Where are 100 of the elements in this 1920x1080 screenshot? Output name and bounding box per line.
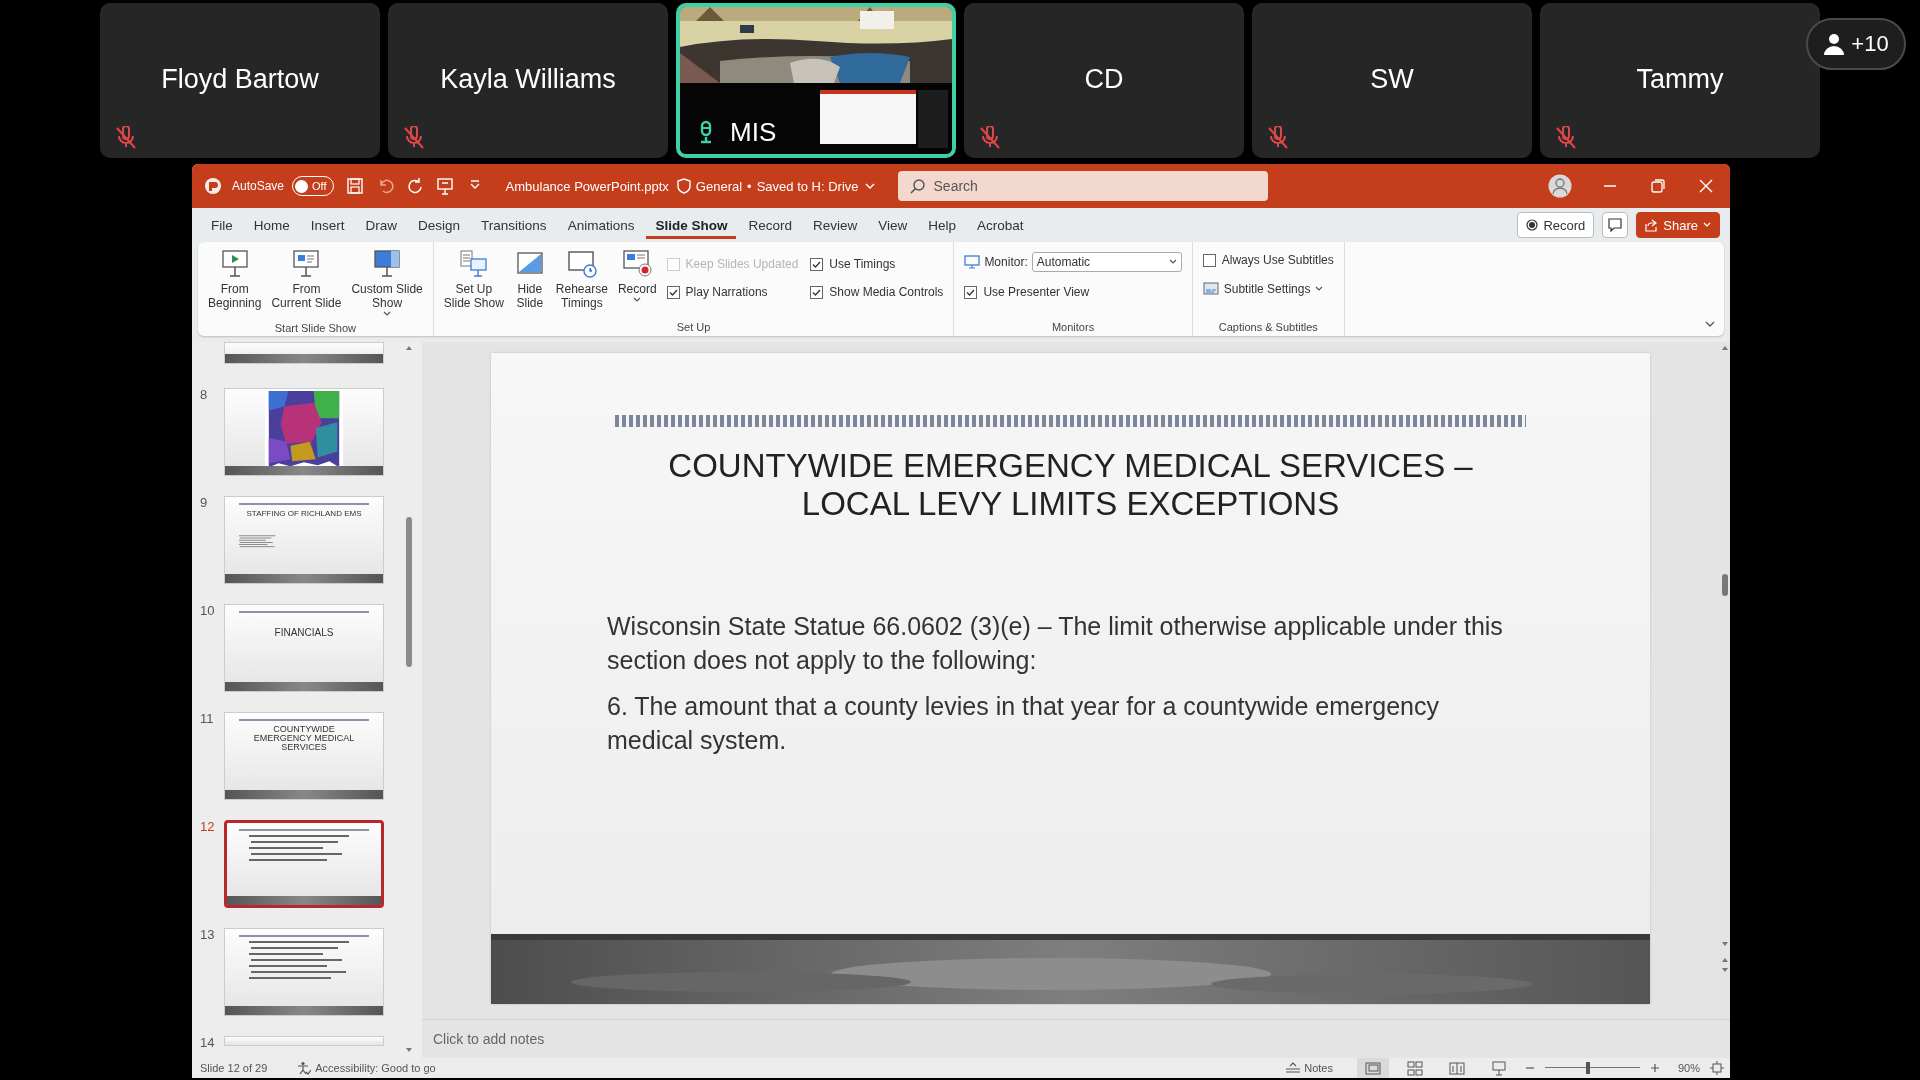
checkbox-icon [810,257,824,271]
monitor-icon [964,255,981,269]
record-screen-icon [621,248,654,280]
ribbon-button[interactable]: Hide Slide [509,246,550,321]
setup-screen-icon [457,248,490,280]
zoom-slider-thumb[interactable] [1585,1062,1590,1074]
ribbon-tab[interactable]: Transitions [472,211,556,239]
checkbox-icon [1202,253,1216,267]
accessibility-icon[interactable] [297,1061,312,1075]
slide-number: 9 [200,496,209,512]
slide-number: 10 [200,604,216,620]
slide-title: COUNTYWIDE EMERGENCY MEDICAL SERVICES – [668,447,1473,485]
caret-icon [1315,285,1324,293]
ribbon-tab[interactable]: File [202,211,242,239]
zoom-in-icon[interactable] [1649,1063,1660,1073]
checkbox[interactable]: Use Presenter View [964,284,1182,300]
zoom-level[interactable]: 90% [1677,1062,1700,1074]
slide-position: Slide 12 of 29 [200,1062,268,1074]
participant-name: CD [1084,64,1124,95]
checkbox[interactable]: Play Narrations [666,284,799,300]
ribbon-tab[interactable]: View [869,211,917,239]
ribbon-tab[interactable]: Review [803,211,867,239]
presentation-icon[interactable] [435,177,454,195]
slide-number: 8 [200,388,209,404]
ribbon-tab[interactable]: Draw [356,211,407,239]
save-icon[interactable] [345,177,364,195]
ribbon-tab[interactable]: Animations [558,211,644,239]
ribbon-tab[interactable]: Help [919,211,966,239]
participant-name: SW [1370,64,1414,95]
record-dot-icon [1526,219,1539,231]
separator-dot: • [747,178,752,194]
checkbox-icon [666,285,680,299]
search-icon [909,178,926,194]
group-label: Start Slide Show [273,322,358,336]
ribbon-tab[interactable]: Acrobat [968,211,1033,239]
ribbon-tab[interactable]: Home [244,211,299,239]
ribbon-button[interactable]: Set Up Slide Show [439,246,508,321]
person-icon [1823,33,1846,55]
participant-name: MIS [730,117,777,148]
ribbon-button[interactable]: From Beginning [204,246,266,322]
slide-sorter-icon [1406,1060,1423,1076]
slide-thumbnail[interactable] [224,820,384,908]
checkbox[interactable]: Use Timings [810,256,944,272]
avatar-icon[interactable] [1548,174,1572,198]
ribbon-button[interactable]: Custom Slide Show [347,246,427,322]
participant-name: Kayla Williams [440,64,616,95]
share-button[interactable]: Share [1636,212,1720,238]
slide-thumbnail[interactable]: COUNTYWIDE EMERGENCY MEDICAL SERVICES [224,712,384,800]
slide-number: 13 [200,928,216,944]
slide-title: LOCAL LEVY LIMITS EXCEPTIONS [800,485,1341,523]
reading-view-icon [1448,1060,1465,1076]
participants-button[interactable]: +10 [1806,18,1906,70]
monitor-dropdown[interactable]: Automatic [1031,252,1182,272]
slideshow-icon [1490,1060,1507,1076]
caret-icon [1703,221,1711,229]
file-name: Ambulance PowerPoint.pptx [505,178,669,194]
record-button[interactable]: Record [1517,212,1595,238]
thumbnail-title: FINANCIALS [274,627,334,638]
subtitles-icon [1202,282,1219,296]
slide-number: 14 [200,1036,216,1052]
fit-to-window-icon[interactable] [1710,1061,1724,1075]
checkbox-icon [666,257,680,271]
view-button[interactable] [1356,1058,1389,1078]
notes-icon [1285,1062,1302,1074]
thumbnail-title: COUNTYWIDE EMERGENCY MEDICAL SERVICES [252,725,356,752]
checkbox-icon [810,285,824,299]
slide-number: 12 [200,820,216,836]
slide-paragraph: Wisconsin State Statue 66.0602 (3)(e) – The limit otherwise applicable under this section does not apply to the following: [607,611,1504,676]
ribbon-tab[interactable]: Insert [301,211,354,239]
group-label: Set Up [675,321,712,335]
subtitle-settings-button[interactable]: Subtitle Settings [1202,280,1334,298]
sensitivity-label: General [695,178,743,194]
notes-button[interactable]: Notes [1285,1062,1333,1074]
slide-thumbnail[interactable]: STAFFING OF RICHLAND EMS [224,496,384,584]
ribbon-tab[interactable]: Slide Show [646,211,737,239]
field-label: Monitor: [984,255,1028,269]
accessibility-status[interactable]: Accessibility: Good to go [315,1062,436,1074]
shield-icon [676,178,691,194]
search-field[interactable]: Search [897,171,1268,201]
slide-number: 11 [200,712,215,728]
notes-placeholder[interactable]: Click to add notes [433,1031,545,1047]
redo-icon[interactable] [405,177,424,195]
checkbox[interactable]: Always Use Subtitles [1202,252,1334,268]
checkbox-icon [964,285,978,299]
checkbox[interactable]: Show Media Controls [810,284,944,300]
comments-button[interactable] [1602,212,1629,238]
ribbon-tab[interactable]: Record [739,211,801,239]
group-label: Monitors [1050,321,1096,335]
ribbon-button[interactable]: Rehearse Timings [551,246,612,321]
slide-thumbnail[interactable]: FINANCIALS [224,604,384,692]
ribbon-tab[interactable]: Design [409,211,470,239]
ribbon-button[interactable]: Record [613,246,661,321]
ribbon-button[interactable]: From Current Slide [267,246,346,322]
thumbnail-title: STAFFING OF RICHLAND EMS [246,509,362,518]
save-status: Saved to H: Drive [756,178,859,194]
share-icon [1645,218,1659,232]
app-logo-icon[interactable] [204,177,222,195]
restore-icon[interactable] [1648,176,1668,196]
caret-icon [633,296,642,304]
group-label: Captions & Subtitles [1217,321,1319,335]
